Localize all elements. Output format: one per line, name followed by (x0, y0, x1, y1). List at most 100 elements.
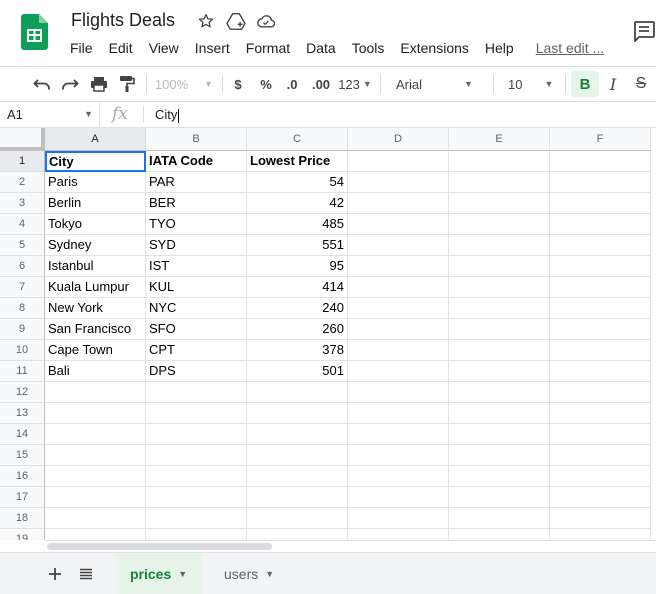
cell[interactable]: TYO (146, 214, 247, 235)
cell[interactable] (550, 361, 651, 382)
print-icon[interactable] (87, 67, 111, 101)
currency-format-button[interactable]: $ (229, 67, 247, 101)
cell[interactable] (247, 466, 348, 487)
cell[interactable]: IST (146, 256, 247, 277)
cell[interactable]: Kuala Lumpur (45, 277, 146, 298)
cell[interactable] (449, 382, 550, 403)
cell[interactable] (550, 445, 651, 466)
cell[interactable]: Bali (45, 361, 146, 382)
cell[interactable] (550, 235, 651, 256)
add-sheet-icon[interactable] (42, 561, 68, 587)
cell[interactable] (45, 424, 146, 445)
menu-format[interactable]: Format (238, 38, 298, 58)
all-sheets-icon[interactable] (73, 561, 99, 587)
formula-input[interactable]: City (155, 102, 179, 127)
cell[interactable]: DPS (146, 361, 247, 382)
cell[interactable] (550, 319, 651, 340)
font-family-select[interactable]: Arial ▼ (390, 67, 486, 101)
cell[interactable]: 260 (247, 319, 348, 340)
menu-file[interactable]: File (62, 38, 101, 58)
horizontal-scrollbar[interactable] (45, 540, 656, 552)
cell[interactable]: Tokyo (45, 214, 146, 235)
cell[interactable]: San Francisco (45, 319, 146, 340)
cell[interactable]: Istanbul (45, 256, 146, 277)
cell[interactable]: Sydney (45, 235, 146, 256)
cell[interactable] (550, 403, 651, 424)
cell[interactable] (348, 319, 449, 340)
cell[interactable]: BER (146, 193, 247, 214)
row-header[interactable]: 15 (0, 445, 45, 466)
cell[interactable]: SYD (146, 235, 247, 256)
comment-icon[interactable] (632, 20, 656, 42)
bold-button[interactable]: B (571, 71, 599, 97)
cell[interactable] (348, 382, 449, 403)
undo-icon[interactable] (30, 67, 54, 101)
move-to-drive-icon[interactable] (226, 11, 246, 31)
cell[interactable] (348, 256, 449, 277)
row-header[interactable]: 8 (0, 298, 45, 319)
cell[interactable] (348, 403, 449, 424)
row-header[interactable]: 13 (0, 403, 45, 424)
cell[interactable] (449, 193, 550, 214)
star-icon[interactable] (196, 11, 216, 31)
cell[interactable]: Paris (45, 172, 146, 193)
column-header[interactable]: F (550, 128, 651, 151)
cell[interactable] (146, 382, 247, 403)
cell[interactable]: KUL (146, 277, 247, 298)
cell[interactable] (449, 529, 550, 540)
more-formats-button[interactable]: 123 ▼ (338, 67, 372, 101)
cell[interactable]: 54 (247, 172, 348, 193)
cell[interactable] (247, 382, 348, 403)
menu-help[interactable]: Help (477, 38, 522, 58)
cell[interactable] (348, 193, 449, 214)
cell[interactable]: NYC (146, 298, 247, 319)
cell[interactable] (449, 487, 550, 508)
cell[interactable] (348, 361, 449, 382)
header-cell[interactable]: Lowest Price (247, 151, 348, 172)
cell[interactable] (449, 361, 550, 382)
cell[interactable] (348, 235, 449, 256)
cell[interactable] (550, 277, 651, 298)
cell[interactable] (449, 466, 550, 487)
row-header[interactable]: 11 (0, 361, 45, 382)
column-header[interactable]: A (45, 128, 146, 151)
cell[interactable] (45, 487, 146, 508)
paint-format-icon[interactable] (115, 67, 139, 101)
cell[interactable] (45, 382, 146, 403)
row-header[interactable]: 14 (0, 424, 45, 445)
name-box[interactable]: A1 ▼ (0, 102, 100, 127)
select-all-corner[interactable] (0, 128, 45, 151)
cell[interactable] (449, 508, 550, 529)
cell[interactable] (247, 403, 348, 424)
row-header[interactable]: 17 (0, 487, 45, 508)
column-header[interactable]: D (348, 128, 449, 151)
cell[interactable] (146, 445, 247, 466)
cell[interactable] (348, 172, 449, 193)
cell[interactable] (348, 424, 449, 445)
cell[interactable] (348, 466, 449, 487)
cell[interactable] (45, 403, 146, 424)
menu-insert[interactable]: Insert (187, 38, 238, 58)
sheet-tab-users[interactable]: users ▼ (210, 553, 288, 594)
cell[interactable] (348, 214, 449, 235)
cell[interactable] (550, 172, 651, 193)
row-header[interactable]: 5 (0, 235, 45, 256)
redo-icon[interactable] (58, 67, 82, 101)
sheets-logo-icon[interactable] (21, 14, 48, 50)
cell[interactable] (146, 424, 247, 445)
scrollbar-thumb[interactable] (47, 543, 272, 550)
cell[interactable] (550, 151, 651, 172)
row-header[interactable]: 4 (0, 214, 45, 235)
document-title[interactable]: Flights Deals (71, 10, 175, 31)
cell[interactable] (45, 529, 146, 540)
cell[interactable] (247, 529, 348, 540)
cell[interactable] (449, 172, 550, 193)
cell[interactable]: New York (45, 298, 146, 319)
cell[interactable] (449, 151, 550, 172)
strikethrough-button[interactable]: S (631, 67, 651, 101)
sheet-tab-prices[interactable]: prices ▼ (116, 553, 202, 594)
cell[interactable] (45, 508, 146, 529)
cell[interactable] (247, 487, 348, 508)
cell[interactable] (146, 508, 247, 529)
cell[interactable] (247, 424, 348, 445)
